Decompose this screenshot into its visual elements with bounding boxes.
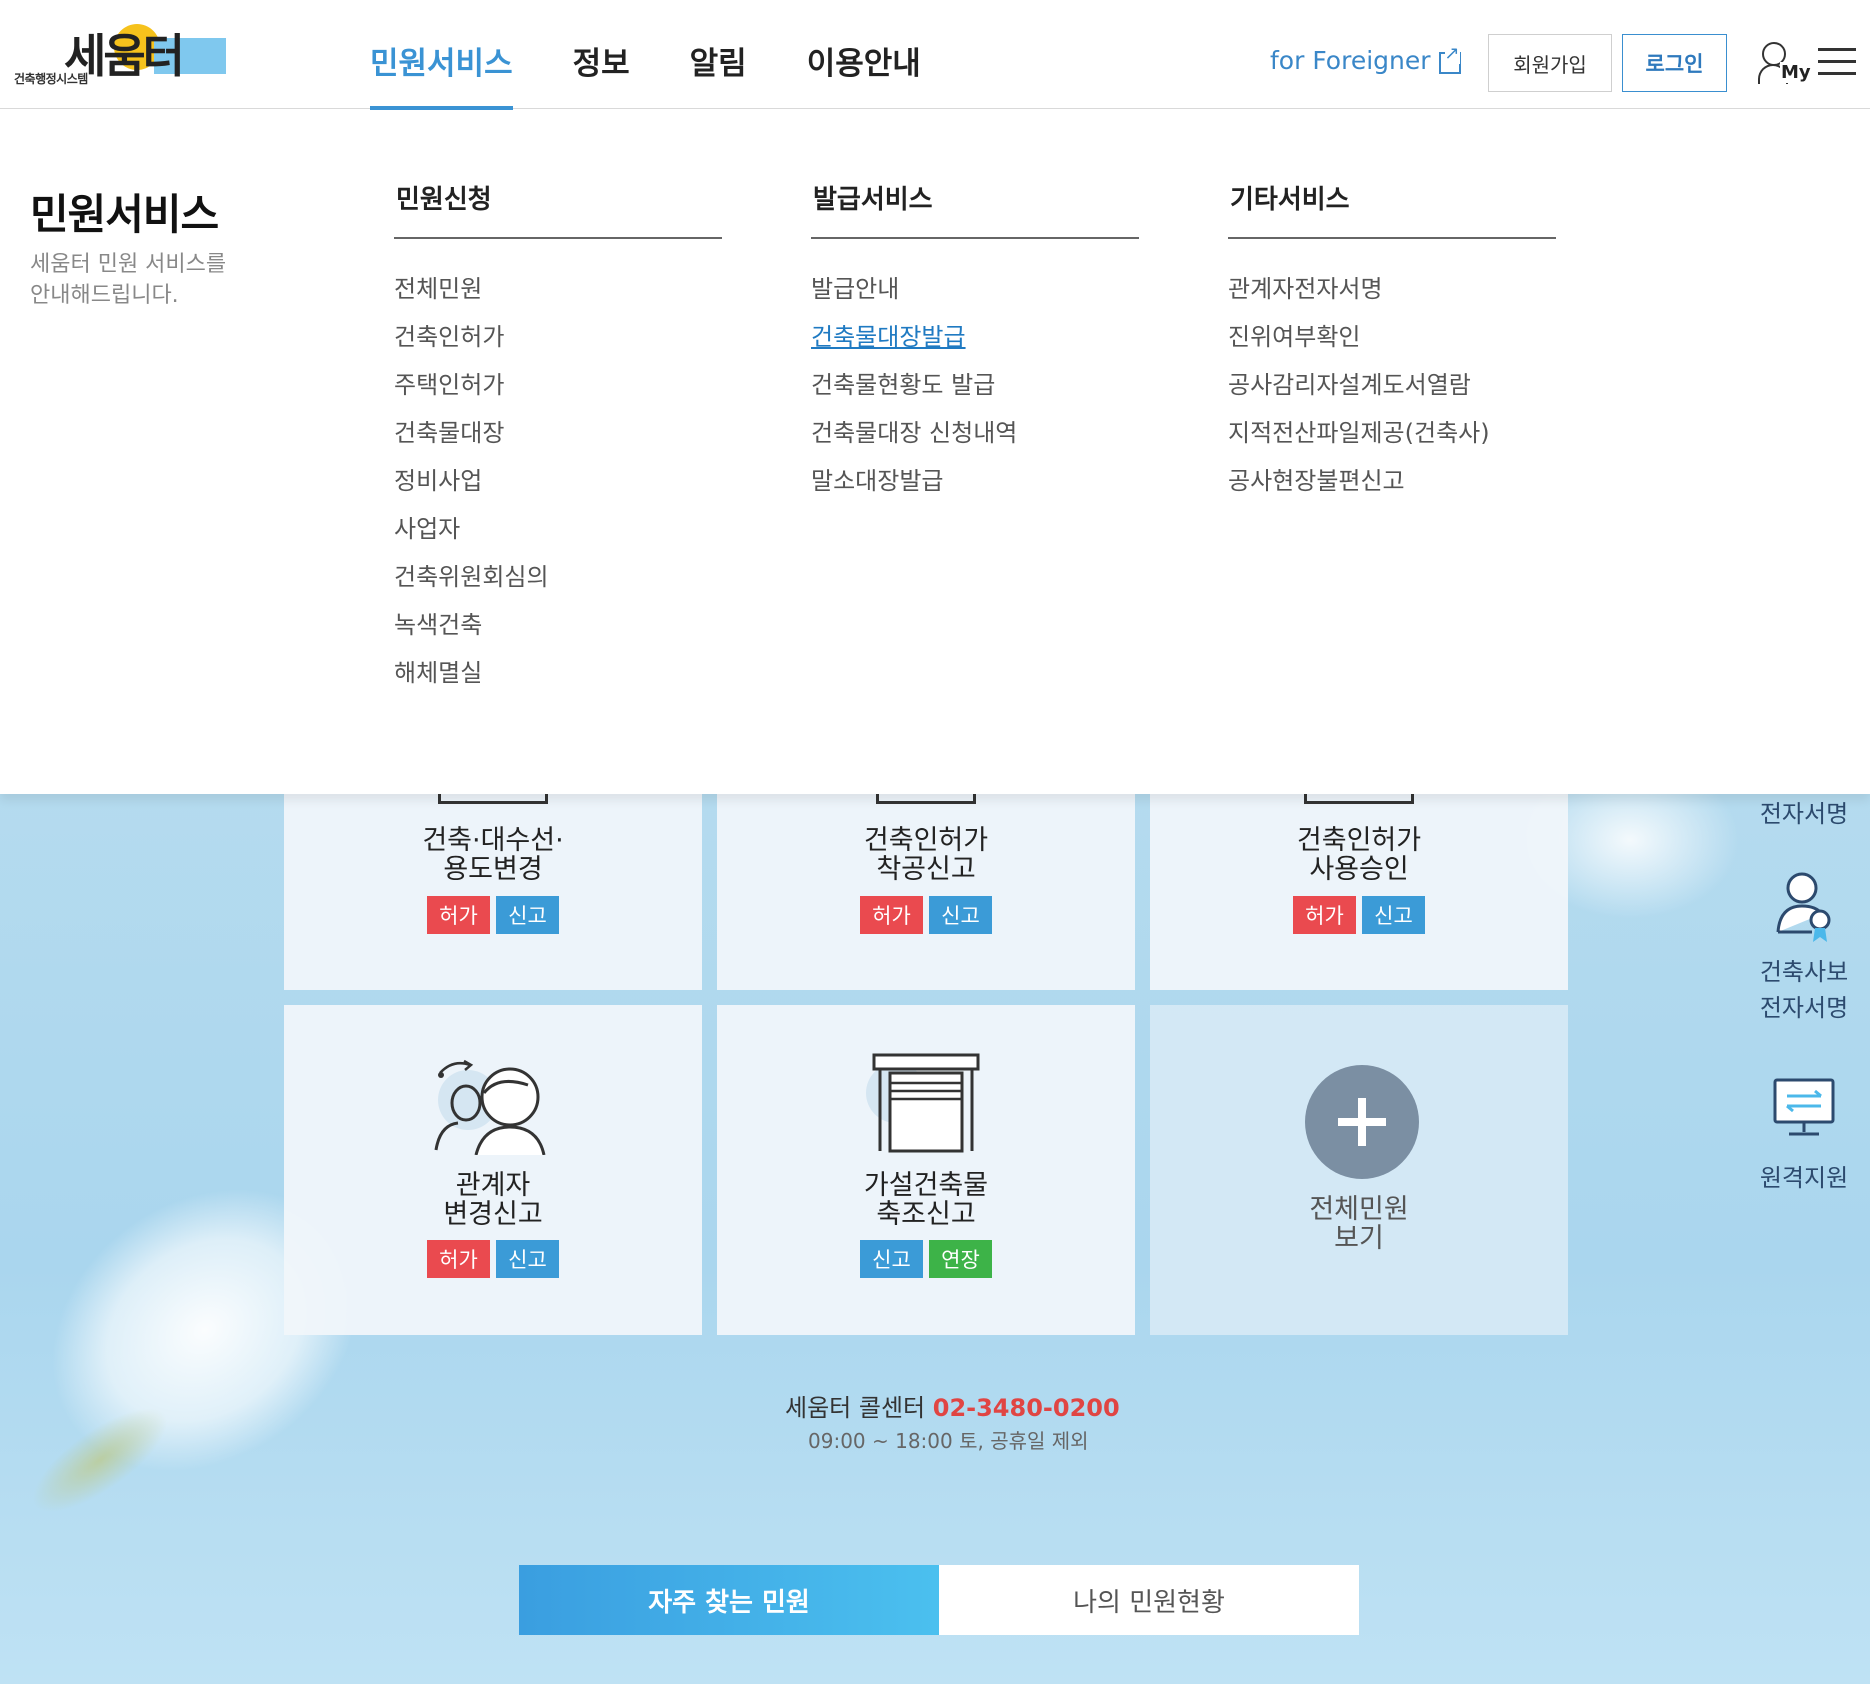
site-header: 세움터 건축행정시스템 민원서비스 정보 알림 이용안내 for Foreign… (0, 0, 1870, 110)
menu-item-current[interactable]: 건축물대장발급 (811, 313, 1139, 361)
badge-report[interactable]: 신고 (1362, 896, 1425, 934)
main-navigation: 민원서비스 정보 알림 이용안내 (370, 0, 981, 110)
user-badge-icon (1776, 872, 1831, 942)
plus-icon (1305, 1065, 1419, 1179)
badge-report[interactable]: 신고 (860, 1240, 923, 1278)
menu-item[interactable]: 사업자 (394, 505, 722, 553)
people-change-icon (434, 1059, 546, 1155)
for-foreigner-link[interactable]: for Foreigner (1270, 43, 1461, 75)
menu-item[interactable]: 발급안내 (811, 265, 1139, 313)
site-logo[interactable]: 세움터 건축행정시스템 (14, 20, 226, 90)
menu-item[interactable]: 건축물대장 신청내역 (811, 409, 1139, 457)
service-card-party-change[interactable]: 관계자 변경신고 허가 신고 (284, 1005, 702, 1335)
menu-column-heading: 민원신청 (394, 179, 722, 239)
card-label-line1: 관계자 (455, 1170, 531, 1201)
card-label-line1: 가설건축물 (863, 1170, 989, 1201)
menu-item[interactable]: 건축위원회심의 (394, 553, 722, 601)
quick-menu-label: 원격지원 (1759, 1164, 1849, 1192)
badge-report[interactable]: 신고 (929, 896, 992, 934)
menu-item[interactable]: 공사감리자설계도서열람 (1228, 361, 1556, 409)
menu-item[interactable]: 건축물현황도 발급 (811, 361, 1139, 409)
quick-menu-label-line1: 건축사보 (1759, 958, 1849, 986)
quick-menu-label-line2: 전자서명 (1759, 800, 1849, 828)
menu-item[interactable]: 녹색건축 (394, 601, 722, 649)
monitor-arrows-icon (1773, 1078, 1835, 1136)
card-label-line1: 전체민원 (1309, 1194, 1409, 1225)
my-icon-label: My (1780, 62, 1812, 83)
nav-item-civil-service[interactable]: 민원서비스 (370, 0, 513, 110)
card-label-line1: 건축인허가 (863, 825, 989, 856)
card-label-line2: 착공신고 (876, 854, 976, 885)
call-center-label: 세움터 콜센터 (785, 1394, 926, 1422)
card-badges: 신고 연장 (717, 1240, 1135, 1278)
login-button[interactable]: 로그인 (1622, 34, 1727, 92)
mega-menu-panel: 민원서비스 세움터 민원 서비스를 안내해드립니다. 민원신청 전체민원 건축인… (0, 109, 1870, 794)
logo-subtitle: 건축행정시스템 (14, 72, 88, 86)
menu-item[interactable]: 관계자전자서명 (1228, 265, 1556, 313)
menu-item[interactable]: 전체민원 (394, 265, 722, 313)
quick-menu-party-signature[interactable]: 전자서명 (1740, 796, 1868, 832)
menu-item[interactable]: 말소대장발급 (811, 457, 1139, 505)
menu-column-heading: 발급서비스 (811, 179, 1139, 239)
card-label-line2: 용도변경 (443, 854, 543, 885)
menu-item[interactable]: 주택인허가 (394, 361, 722, 409)
menu-item[interactable]: 정비사업 (394, 457, 722, 505)
card-badges: 허가 신고 (717, 896, 1135, 934)
service-card-temporary-building[interactable]: 가설건축물 축조신고 신고 연장 (717, 1005, 1135, 1335)
hamburger-menu-icon[interactable] (1818, 46, 1858, 78)
call-center-line: 세움터 콜센터 02-3480-0200 (785, 1388, 1120, 1423)
menu-column-issuance: 발급서비스 발급안내 건축물대장발급 건축물현황도 발급 건축물대장 신청내역 … (811, 179, 1139, 505)
my-page-icon[interactable]: My (1758, 40, 1812, 86)
badge-permit[interactable]: 허가 (427, 1240, 490, 1278)
card-badges: 허가 신고 (284, 896, 702, 934)
tab-my-services[interactable]: 나의 민원현황 (939, 1565, 1359, 1635)
nav-item-guide[interactable]: 이용안내 (807, 0, 921, 109)
badge-extend[interactable]: 연장 (929, 1240, 992, 1278)
menu-item[interactable]: 진위여부확인 (1228, 313, 1556, 361)
service-card-use-approval[interactable]: 건축인허가 사용승인 허가 신고 (1150, 760, 1568, 990)
menu-item[interactable]: 공사현장불편신고 (1228, 457, 1556, 505)
menu-column-heading: 기타서비스 (1228, 179, 1556, 239)
badge-report[interactable]: 신고 (496, 896, 559, 934)
menu-column-application: 민원신청 전체민원 건축인허가 주택인허가 건축물대장 정비사업 사업자 건축위… (394, 179, 722, 697)
call-center-hours: 09:00 ~ 18:00 토, 공휴일 제외 (808, 1429, 1089, 1453)
service-tabs: 자주 찾는 민원 나의 민원현황 (519, 1565, 1359, 1635)
nav-item-notice[interactable]: 알림 (690, 0, 747, 109)
card-badges: 허가 신고 (284, 1240, 702, 1278)
join-button[interactable]: 회원가입 (1488, 34, 1612, 92)
mega-menu-description: 세움터 민원 서비스를 안내해드립니다. (30, 252, 227, 308)
card-label-line2: 축조신고 (876, 1199, 976, 1230)
service-card-building-permit[interactable]: 건축·대수선· 용도변경 허가 신고 (284, 760, 702, 990)
card-label-line1: 건축인허가 (1296, 825, 1422, 856)
temporary-building-icon (866, 1053, 980, 1153)
service-card-all-services[interactable]: 전체민원 보기 (1150, 1005, 1568, 1335)
quick-menu-remote-support[interactable]: 원격지원 (1740, 1076, 1868, 1196)
external-link-icon (1438, 43, 1461, 74)
card-label-line2: 사용승인 (1309, 854, 1409, 885)
menu-item[interactable]: 건축물대장 (394, 409, 722, 457)
menu-item[interactable]: 지적전산파일제공(건축사) (1228, 409, 1556, 457)
badge-permit[interactable]: 허가 (860, 896, 923, 934)
quick-menu-architect-assistant-signature[interactable]: 건축사보 전자서명 (1740, 868, 1868, 1026)
menu-column-other: 기타서비스 관계자전자서명 진위여부확인 공사감리자설계도서열람 지적전산파일제… (1228, 179, 1556, 505)
card-label-line2: 변경신고 (443, 1199, 543, 1230)
card-badges: 허가 신고 (1150, 896, 1568, 934)
menu-item[interactable]: 건축인허가 (394, 313, 722, 361)
mega-menu-title: 민원서비스 (30, 190, 219, 239)
call-center-phone[interactable]: 02-3480-0200 (933, 1394, 1120, 1422)
tab-frequent-services[interactable]: 자주 찾는 민원 (519, 1565, 939, 1635)
badge-permit[interactable]: 허가 (1293, 896, 1356, 934)
quick-menu-label-line2: 전자서명 (1759, 994, 1849, 1022)
card-label-line2: 보기 (1334, 1223, 1384, 1254)
for-foreigner-label: for Foreigner (1270, 46, 1431, 75)
menu-item[interactable]: 해체멸실 (394, 649, 722, 697)
badge-report[interactable]: 신고 (496, 1240, 559, 1278)
nav-item-info[interactable]: 정보 (573, 0, 630, 109)
card-label-line1: 건축·대수선· (422, 825, 564, 856)
badge-permit[interactable]: 허가 (427, 896, 490, 934)
service-card-construction-start[interactable]: 건축인허가 착공신고 허가 신고 (717, 760, 1135, 990)
